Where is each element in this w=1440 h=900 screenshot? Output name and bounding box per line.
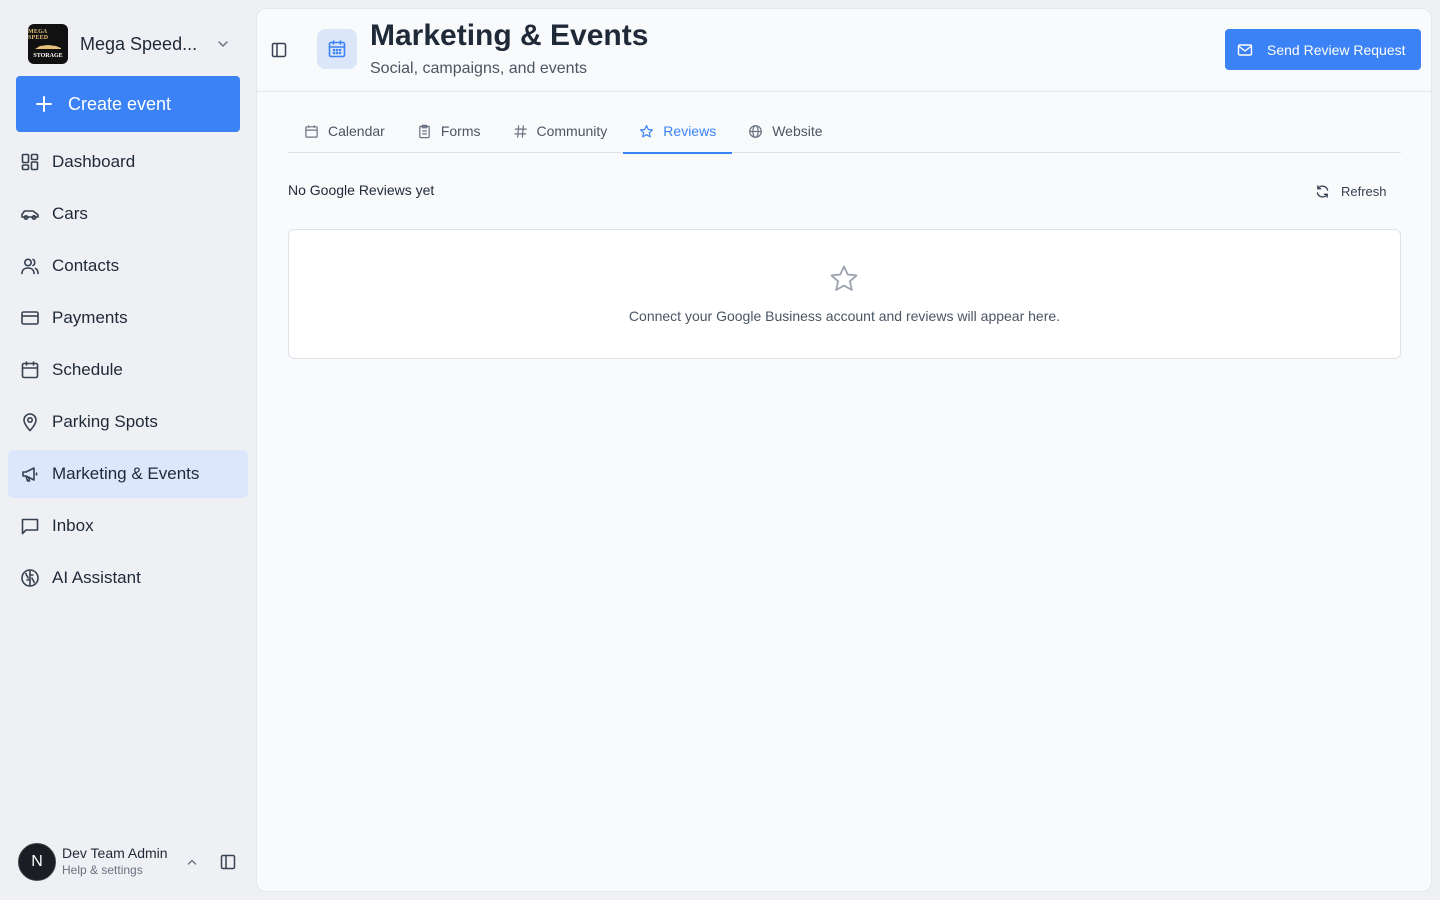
credit-card-icon: [21, 311, 39, 325]
sidebar-nav: Dashboard Cars Contacts Payments Schedul…: [8, 138, 248, 606]
tab-website[interactable]: Website: [732, 109, 838, 153]
message-icon: [21, 518, 39, 535]
chevron-up-icon[interactable]: [186, 856, 198, 868]
tab-label: Community: [536, 123, 608, 139]
page-header: Marketing & Events Social, campaigns, an…: [257, 9, 1431, 92]
sidebar-item-dashboard[interactable]: Dashboard: [8, 138, 248, 186]
page-subtitle: Social, campaigns, and events: [370, 60, 588, 77]
sidebar-item-label: Parking Spots: [52, 412, 158, 431]
empty-state-message: Connect your Google Business account and…: [628, 308, 1061, 324]
sidebar-item-label: Dashboard: [52, 152, 136, 171]
send-review-request-label: Send Review Request: [1267, 41, 1406, 58]
plus-icon: [36, 96, 52, 112]
tab-community[interactable]: Community: [497, 109, 624, 153]
app: MEGA SPEED STORAGE Mega Speed... Create …: [0, 0, 1440, 900]
user-info: Dev Team Admin Help & settings: [62, 845, 178, 879]
sidebar: MEGA SPEED STORAGE Mega Speed... Create …: [0, 0, 256, 900]
sidebar-item-parking-spots[interactable]: Parking Spots: [8, 398, 248, 446]
sidebar-item-ai-assistant[interactable]: AI Assistant: [8, 554, 248, 602]
tab-calendar[interactable]: Calendar: [288, 109, 401, 153]
calendar-icon: [328, 40, 346, 58]
refresh-label: Refresh: [1341, 183, 1387, 199]
mail-icon: [1237, 43, 1253, 56]
avatar: N: [18, 843, 56, 881]
calendar-icon: [21, 361, 39, 379]
page-icon: [317, 29, 357, 69]
sidebar-item-label: Payments: [52, 308, 128, 327]
sidebar-item-label: Schedule: [52, 360, 123, 379]
create-event-button[interactable]: Create event: [16, 76, 240, 132]
refresh-button[interactable]: Refresh: [1315, 179, 1387, 203]
sidebar-item-label: Inbox: [52, 516, 94, 535]
user-menu[interactable]: N Dev Team Admin Help & settings: [18, 842, 244, 882]
calendar-icon: [305, 124, 318, 138]
main-panel: Marketing & Events Social, campaigns, an…: [256, 8, 1432, 892]
refresh-icon: [1316, 184, 1329, 198]
reviews-empty-state: Connect your Google Business account and…: [288, 229, 1401, 359]
sidebar-item-schedule[interactable]: Schedule: [8, 346, 248, 394]
user-name: Dev Team Admin: [62, 845, 168, 861]
map-pin-icon: [23, 413, 37, 432]
brain-icon: [21, 569, 39, 587]
reviews-status: No Google Reviews yet: [288, 182, 435, 198]
sidebar-item-marketing-events[interactable]: Marketing & Events: [8, 450, 248, 498]
sidebar-item-label: AI Assistant: [52, 568, 141, 587]
tab-forms[interactable]: Forms: [401, 109, 497, 153]
org-name: Mega Speed...: [80, 33, 198, 54]
tab-label: Calendar: [328, 123, 385, 139]
tab-label: Forms: [440, 123, 481, 139]
tab-label: Reviews: [663, 123, 717, 139]
sidebar-item-payments[interactable]: Payments: [8, 294, 248, 342]
sidebar-item-contacts[interactable]: Contacts: [8, 242, 248, 290]
car-icon: [21, 210, 39, 221]
org-switcher[interactable]: MEGA SPEED STORAGE Mega Speed...: [16, 20, 240, 68]
org-logo: MEGA SPEED STORAGE: [28, 24, 68, 64]
sidebar-item-inbox[interactable]: Inbox: [8, 502, 248, 550]
sidebar-item-cars[interactable]: Cars: [8, 190, 248, 238]
star-icon: [830, 265, 858, 291]
globe-icon: [749, 124, 763, 138]
sidebar-item-label: Contacts: [52, 256, 120, 275]
tab-bar: Calendar Forms Community Reviews Website: [288, 109, 1401, 154]
car-logo-icon: [35, 45, 61, 49]
chevron-down-icon: [218, 41, 228, 47]
sidebar-collapse-icon[interactable]: [220, 854, 236, 870]
create-event-label: Create event: [68, 93, 172, 114]
sidebar-item-label: Marketing & Events: [52, 464, 200, 483]
dashboard-icon: [21, 153, 39, 171]
toggle-sidebar-icon[interactable]: [271, 42, 287, 58]
star-icon: [640, 124, 654, 137]
clipboard-icon: [419, 124, 430, 138]
send-review-request-button[interactable]: Send Review Request: [1225, 29, 1421, 70]
contacts-icon: [21, 258, 39, 275]
tab-label: Website: [772, 123, 823, 139]
user-subtitle: Help & settings: [62, 863, 143, 877]
hash-icon: [513, 124, 527, 138]
sidebar-item-label: Cars: [52, 204, 88, 223]
megaphone-icon: [22, 467, 38, 482]
tab-reviews[interactable]: Reviews: [623, 109, 733, 154]
page-title: Marketing & Events: [370, 19, 649, 52]
